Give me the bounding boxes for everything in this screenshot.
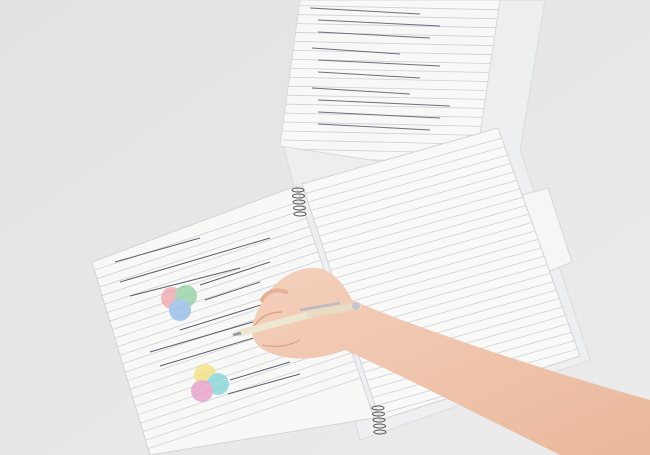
photo-scene xyxy=(0,0,650,455)
